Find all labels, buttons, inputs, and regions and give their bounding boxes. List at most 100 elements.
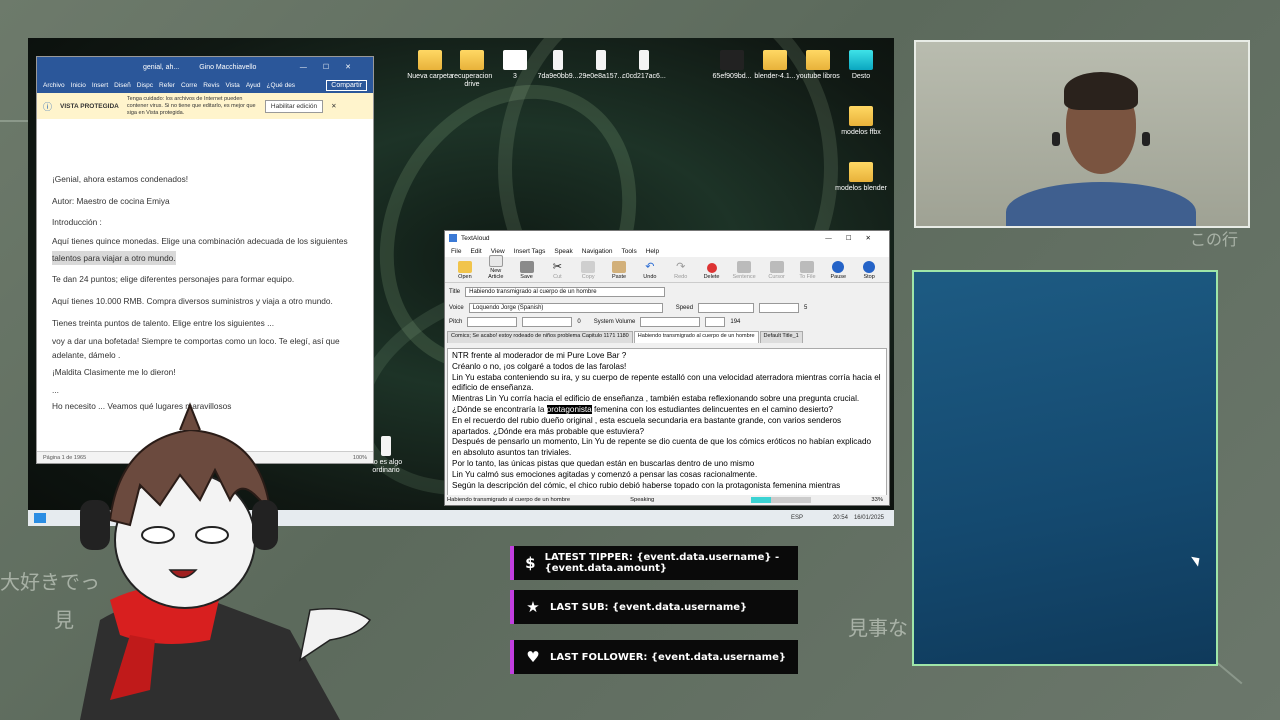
chat-panel <box>912 270 1218 666</box>
tab-file[interactable]: Archivo <box>43 82 65 89</box>
to-file-icon <box>800 261 815 273</box>
app-icon <box>449 234 457 242</box>
latest-tipper-alert: $ LATEST TIPPER: {event.data.username} -… <box>510 546 798 580</box>
app-title: TextAloud <box>461 234 490 242</box>
undo-icon: ↶ <box>645 261 655 273</box>
menu-speak[interactable]: Speak <box>554 248 572 255</box>
toolbar: Open New Article Save ✂ Cut Copy Paste ↶ U… <box>445 255 889 283</box>
tab-article[interactable]: Comics; Se acabo! estoy rodeado de niños… <box>447 331 633 343</box>
voice-select[interactable]: Loquendo Jorge (Spanish) <box>468 303 663 313</box>
volume-slider-track[interactable] <box>705 317 726 327</box>
menu-insert-tags[interactable]: Insert Tags <box>514 248 546 255</box>
copy-button[interactable]: Copy <box>578 261 598 280</box>
cursor-button[interactable]: Cursor <box>767 261 787 280</box>
menu-edit[interactable]: Edit <box>470 248 481 255</box>
progress-value: 33% <box>871 497 883 503</box>
textaloud-window: TextAloud —☐✕ File Edit View Insert Tags… <box>444 230 890 506</box>
cut-button[interactable]: ✂ Cut <box>547 261 567 280</box>
person-body <box>1006 182 1196 226</box>
pitch-value: 0 <box>577 319 581 325</box>
window-controls[interactable]: —☐✕ <box>825 234 885 242</box>
headphone-icon <box>1052 132 1060 146</box>
tab-article[interactable]: Habiendo transmigrado al cuerpo de un ho… <box>633 331 759 343</box>
folder-icon <box>418 50 442 70</box>
tab-home[interactable]: Inicio <box>71 82 86 89</box>
highlighted-word: protagonista <box>546 404 592 414</box>
folder-icon <box>457 261 472 273</box>
save-button[interactable]: Save <box>517 261 537 280</box>
menu-navigation[interactable]: Navigation <box>582 248 613 255</box>
menu-view[interactable]: View <box>491 248 505 255</box>
taskbar-lang[interactable]: ESP <box>791 515 803 521</box>
desktop-icon[interactable]: c0cd217ac6... <box>616 50 672 81</box>
sentence-button[interactable]: Sentence <box>732 261 756 280</box>
to-file-button[interactable]: To File <box>798 261 818 280</box>
tab-view[interactable]: Vista <box>225 82 239 89</box>
menu-file[interactable]: File <box>451 248 461 255</box>
menu-help[interactable]: Help <box>646 248 659 255</box>
avatar-headphone-left <box>80 500 110 550</box>
new-article-button[interactable]: New Article <box>486 255 506 280</box>
volume-slider[interactable] <box>640 317 701 327</box>
paste-icon <box>612 261 627 273</box>
paste-button[interactable]: Paste <box>609 261 629 280</box>
tab-review[interactable]: Revis <box>203 82 219 89</box>
save-icon <box>519 261 534 273</box>
article-tabs: Comics; Se acabo! estoy rodeado de niños… <box>445 331 889 343</box>
tab-references[interactable]: Refer <box>159 82 175 89</box>
avatar-hair-tuft <box>179 402 201 431</box>
word-ribbon-tabs: Archivo Inicio Insert Diseñ Dispc Refer … <box>37 77 373 93</box>
file-icon <box>553 50 563 70</box>
redo-button[interactable]: ↷ Redo <box>671 261 691 280</box>
tab-layout[interactable]: Dispc <box>137 82 153 89</box>
title-row: Title Habiendo transmigrado al cuerpo de… <box>445 285 889 299</box>
last-follower-alert: ♥ LAST FOLLOWER: {event.data.username} <box>510 640 798 674</box>
avatar-hand <box>298 608 372 662</box>
doc-line: adelante, dámelo . <box>52 350 121 361</box>
desktop-icon[interactable]: modelos ffbx <box>833 106 889 137</box>
word-titlebar: genial, ah... Gino Macchiavello —☐✕ <box>37 57 373 77</box>
title-input[interactable]: Habiendo transmigrado al cuerpo de un ho… <box>465 287 666 297</box>
voice-row: Voice Loquendo Jorge (Spanish) Speed 5 <box>445 301 889 315</box>
undo-button[interactable]: ↶ Undo <box>640 261 660 280</box>
document-body[interactable]: ¡Genial, ahora estamos condenados! Autor… <box>37 119 373 417</box>
tab-insert[interactable]: Insert <box>92 82 108 89</box>
close-icon[interactable]: ✕ <box>331 102 336 110</box>
tab-help[interactable]: Ayud <box>246 82 261 89</box>
tell-me[interactable]: ¿Qué des <box>267 82 296 89</box>
pitch-slider[interactable] <box>467 317 518 327</box>
menu-tools[interactable]: Tools <box>622 248 637 255</box>
stop-button[interactable]: Stop <box>859 261 879 280</box>
menu-bar: File Edit View Insert Tags Speak Navigat… <box>445 245 889 257</box>
pitch-slider-track[interactable] <box>522 317 573 327</box>
window-controls[interactable]: —☐✕ <box>300 63 367 71</box>
tab-design[interactable]: Diseñ <box>114 82 131 89</box>
pause-button[interactable]: Pause <box>828 261 848 280</box>
stop-icon <box>863 261 876 273</box>
protected-view-bar: ⓘ VISTA PROTEGIDA Tenga cuidado: los arc… <box>37 93 373 119</box>
doc-line: Aquí tienes quince monedas. Elige una co… <box>52 235 348 246</box>
speed-slider[interactable] <box>698 303 755 313</box>
doc-line: Aquí tienes 10.000 RMB. Compra diversos … <box>52 295 333 306</box>
open-button[interactable]: Open <box>455 261 475 280</box>
tab-article[interactable]: Default Title_1 <box>759 331 803 343</box>
speed-slider-track[interactable] <box>759 303 800 313</box>
overlay-text: この行 <box>1190 230 1239 249</box>
article-text[interactable]: NTR frente al moderador de mi Pure Love … <box>447 348 887 496</box>
tab-mailings[interactable]: Corre <box>181 82 197 89</box>
file-icon <box>381 436 391 456</box>
title-label: Title <box>449 289 461 295</box>
voice-label: Voice <box>449 305 464 311</box>
enable-editing-button[interactable]: Habilitar edición <box>264 99 324 113</box>
delete-button[interactable]: Delete <box>702 263 722 280</box>
doc-line: ¡Maldita Clasimente me lo dieron! <box>52 367 176 378</box>
desktop-icon[interactable]: Desto <box>833 50 889 81</box>
share-button[interactable]: Compartir <box>326 79 367 91</box>
doc-line: Te dan 24 puntos; elige diferentes perso… <box>52 274 295 285</box>
pitch-label: Pitch <box>449 319 463 325</box>
doc-line: ... <box>52 384 59 395</box>
star-icon: ★ <box>526 598 540 616</box>
desktop-icon[interactable]: modelos blender <box>833 162 889 193</box>
scissors-icon: ✂ <box>552 261 562 273</box>
webcam-feed <box>914 40 1250 228</box>
